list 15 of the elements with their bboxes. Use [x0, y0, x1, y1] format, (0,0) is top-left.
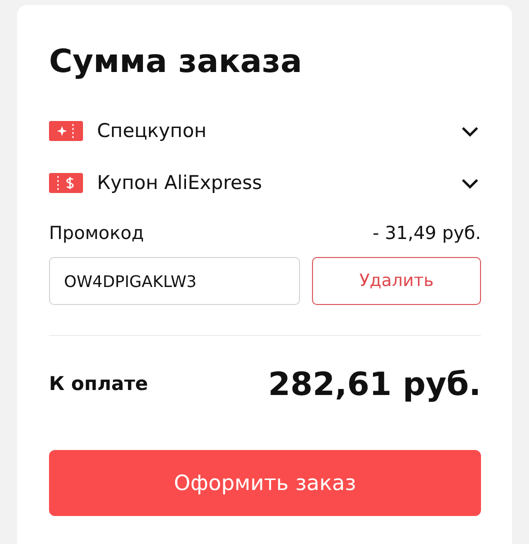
- discount-amount: - 31,49 руб.: [372, 222, 481, 244]
- remove-button[interactable]: Удалить: [312, 257, 481, 305]
- dollar-ticket-icon: [49, 173, 83, 193]
- coupon-label: Купон AliExpress: [97, 172, 263, 194]
- sparkle-ticket-icon: [49, 121, 83, 141]
- promo-code-label: Промокод: [49, 222, 144, 244]
- card-title: Сумма заказа: [49, 41, 304, 82]
- total-amount: 282,61 руб.: [268, 365, 481, 403]
- coupon-row[interactable]: Купон AliExpress: [49, 157, 481, 209]
- total-label: К оплате: [49, 373, 148, 395]
- coupon-row[interactable]: Спецкупон: [49, 105, 481, 157]
- promo-code-field[interactable]: OW4DPIGAKLW3: [49, 257, 300, 305]
- chevron-down-icon[interactable]: [461, 178, 479, 188]
- coupon-label: Спецкупон: [97, 120, 208, 142]
- chevron-down-icon[interactable]: [461, 126, 479, 136]
